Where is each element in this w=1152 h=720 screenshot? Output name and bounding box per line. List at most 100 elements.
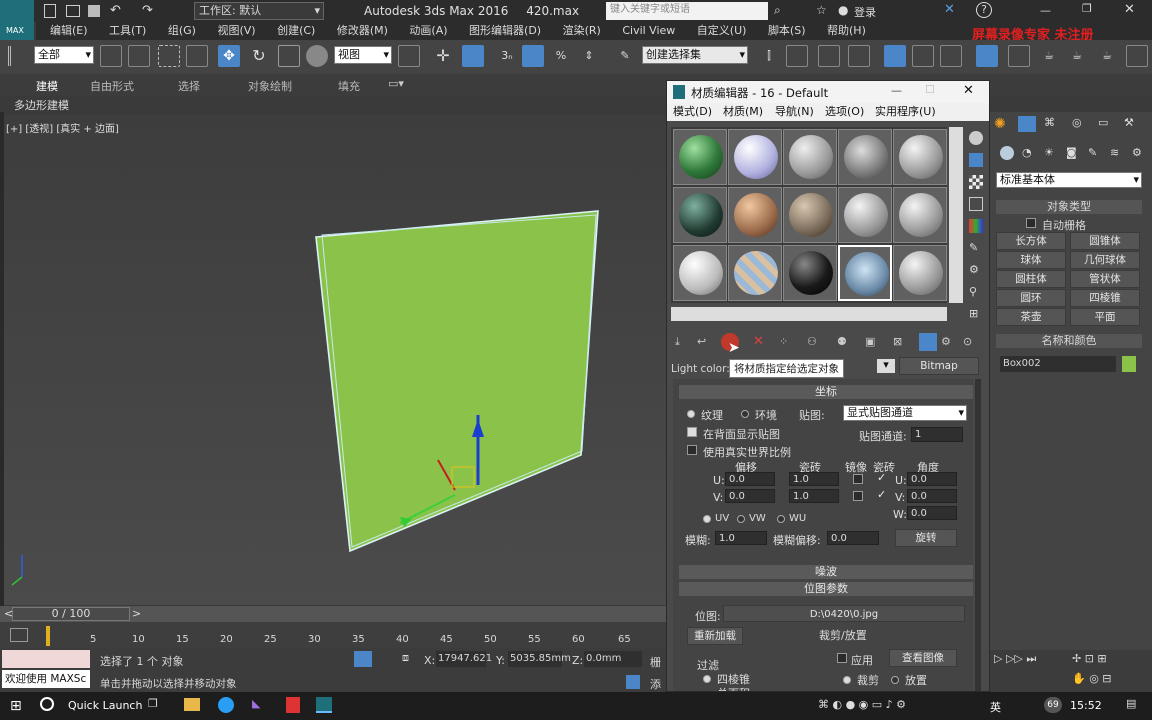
sample-slot[interactable] xyxy=(783,187,837,243)
sample-slot[interactable] xyxy=(893,187,947,243)
mat-menu-options[interactable]: 选项(O) xyxy=(825,103,864,121)
minimize-icon[interactable]: — xyxy=(1040,4,1051,17)
mapping-select[interactable]: 显式贴图通道 ▾ xyxy=(843,405,967,421)
autogrid-checkbox[interactable] xyxy=(1026,218,1036,228)
polygon-modeling-label[interactable]: 多边形建模 xyxy=(14,97,69,113)
sample-slot[interactable] xyxy=(728,245,782,301)
ime-lang[interactable]: 英 xyxy=(990,699,1001,715)
sample-slot[interactable] xyxy=(838,129,892,185)
pyramid-button[interactable]: 四棱锥 xyxy=(1070,289,1140,307)
wu-radio[interactable] xyxy=(777,515,785,523)
lock-selection-icon[interactable] xyxy=(354,651,372,667)
menu-tools[interactable]: 工具(T) xyxy=(109,22,146,40)
file-explorer-icon[interactable] xyxy=(184,698,200,711)
clock[interactable]: 15:52 xyxy=(1070,699,1102,712)
bitmap-path-button[interactable]: D:\0420\0.jpg xyxy=(723,605,965,622)
environ-radio[interactable] xyxy=(741,410,749,418)
angle-snap-icon[interactable] xyxy=(522,45,544,67)
real-world-scale-checkbox[interactable] xyxy=(687,445,697,455)
v-tiling-field[interactable]: 1.0 xyxy=(789,489,839,503)
tube-button[interactable]: 管状体 xyxy=(1070,270,1140,288)
new-file-icon[interactable] xyxy=(44,4,56,18)
snap-toggle-icon[interactable]: 3ₙ xyxy=(496,45,518,67)
mat-titlebar[interactable]: 材质编辑器 - 16 - Default — ☐ ✕ xyxy=(667,81,989,103)
ribbon-tab-modeling[interactable]: 建模 xyxy=(36,78,58,94)
put-to-scene-icon[interactable]: ↩ xyxy=(697,335,706,348)
sample-slot-active[interactable] xyxy=(838,245,892,301)
geometry-icon[interactable] xyxy=(1000,146,1014,160)
mat-menu-modes[interactable]: 模式(D) xyxy=(673,103,712,121)
display-tab-icon[interactable]: ▭ xyxy=(1098,116,1108,129)
mat-minimize-icon[interactable]: — xyxy=(891,84,902,97)
mat-maximize-icon[interactable]: ☐ xyxy=(925,83,935,96)
z-coordinate-field[interactable]: 0.0mm xyxy=(584,651,642,667)
maxscript-mini-listener[interactable] xyxy=(2,650,90,668)
rect-selection-icon[interactable] xyxy=(158,45,180,67)
sample-slot[interactable] xyxy=(673,187,727,243)
exchange-icon[interactable]: ✕ xyxy=(944,2,955,17)
select-and-move-icon[interactable]: ✥ xyxy=(218,45,240,67)
save-icon[interactable] xyxy=(88,5,100,17)
windows-start-icon[interactable]: ⊞ xyxy=(10,698,22,714)
v-angle-field[interactable]: 0.0 xyxy=(907,489,957,503)
u-tile-check-icon[interactable]: ✓ xyxy=(877,471,886,484)
torus-button[interactable]: 圆环 xyxy=(996,289,1066,307)
helpers-icon[interactable]: ✎ xyxy=(1088,146,1097,159)
search-icon[interactable]: ⌕ xyxy=(774,3,781,18)
plane-button[interactable]: 平面 xyxy=(1070,308,1140,326)
selection-filter[interactable]: 全部 ▾ xyxy=(34,46,94,64)
checker-background-icon[interactable] xyxy=(969,175,983,189)
mirror-icon[interactable]: ⫿ xyxy=(758,45,780,67)
lights-icon[interactable]: ☀ xyxy=(1044,146,1054,159)
time-slider-next[interactable]: > xyxy=(132,607,141,620)
make-preview-icon[interactable]: ✎ xyxy=(969,241,978,254)
menu-views[interactable]: 视图(V) xyxy=(217,22,255,40)
box-button[interactable]: 长方体 xyxy=(996,232,1066,250)
v-tile-check-icon[interactable]: ✓ xyxy=(877,488,886,501)
u-angle-field[interactable]: 0.0 xyxy=(907,472,957,486)
go-to-parent-icon[interactable] xyxy=(919,333,937,351)
maxscript-welcome[interactable]: 欢迎使用 MAXSc xyxy=(2,670,90,688)
sample-slot[interactable] xyxy=(783,245,837,301)
open-file-icon[interactable] xyxy=(66,5,80,17)
keyboard-shortcut-icon[interactable] xyxy=(462,45,484,67)
undo-redo-icon[interactable] xyxy=(8,46,26,66)
menu-rendering[interactable]: 渲染(R) xyxy=(563,22,601,40)
x-coordinate-field[interactable]: 17947.621 xyxy=(436,651,492,667)
close-icon[interactable]: ✕ xyxy=(1124,2,1135,17)
menu-customize[interactable]: 自定义(U) xyxy=(697,22,747,40)
sphere-button[interactable]: 球体 xyxy=(996,251,1066,269)
named-selection-set[interactable]: 创建选择集 ▾ xyxy=(642,46,748,64)
time-slider[interactable]: < 0 / 100 > xyxy=(0,606,666,622)
sample-uv-icon[interactable] xyxy=(969,197,983,211)
maximize-icon[interactable]: ❐ xyxy=(1082,2,1092,15)
star-icon[interactable]: ☆ xyxy=(816,3,827,17)
map-channel-field[interactable]: 1 xyxy=(911,427,963,442)
systems-icon[interactable]: ⚙ xyxy=(1132,146,1142,159)
tray-icons[interactable]: ⌘ ◐ ● ◉ ▭ ♪ ⚙ xyxy=(818,698,906,711)
mat-menu-utilities[interactable]: 实用程序(U) xyxy=(875,103,936,121)
mat-menu-material[interactable]: 材质(M) xyxy=(723,103,763,121)
sample-slot[interactable] xyxy=(728,187,782,243)
select-by-name-icon[interactable] xyxy=(128,45,150,67)
menu-help[interactable]: 帮助(H) xyxy=(827,22,866,40)
geosphere-button[interactable]: 几何球体 xyxy=(1070,251,1140,269)
add-time-tag-label[interactable]: 添 xyxy=(650,676,661,692)
render-production-icon[interactable]: ☕ xyxy=(1066,45,1088,67)
apply-checkbox[interactable] xyxy=(837,653,847,663)
uv-radio[interactable] xyxy=(703,515,711,523)
menu-group[interactable]: 组(G) xyxy=(168,22,196,40)
ribbon-tab-freeform[interactable]: 自由形式 xyxy=(90,78,134,94)
pick-material-icon[interactable]: ⊙ xyxy=(963,335,972,348)
ribbon-tab-populate[interactable]: 填充 xyxy=(338,78,360,94)
name-color-rollout[interactable]: 名称和颜色 xyxy=(996,334,1142,348)
modify-tab-icon[interactable] xyxy=(1018,116,1036,132)
blur-field[interactable]: 1.0 xyxy=(715,531,767,545)
texture-radio[interactable] xyxy=(687,410,695,418)
motion-tab-icon[interactable]: ◎ xyxy=(1072,116,1082,129)
play-icon[interactable]: ▷ ▷▷ ⏭ xyxy=(994,652,1036,666)
sample-slot[interactable] xyxy=(673,245,727,301)
track-playhead[interactable] xyxy=(46,626,50,646)
view-image-button[interactable]: 查看图像 xyxy=(889,649,957,667)
u-tiling-field[interactable]: 1.0 xyxy=(789,472,839,486)
